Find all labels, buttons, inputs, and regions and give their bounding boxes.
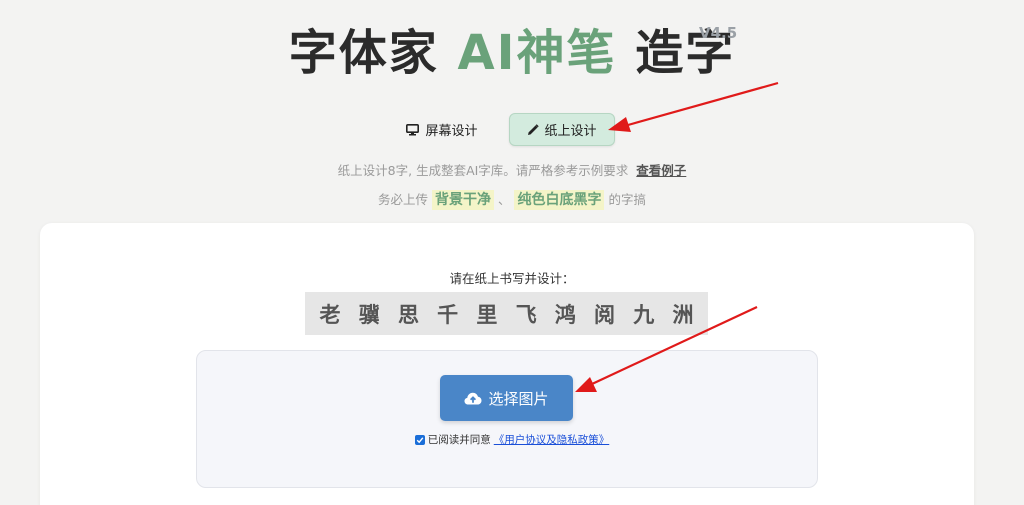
sample-char: 思 xyxy=(397,302,419,327)
header: 字体家 AI神笔 造字 xyxy=(0,22,1024,84)
hint2-suffix: 的字搞 xyxy=(608,192,646,207)
write-prompt: 请在纸上书写并设计： xyxy=(449,271,575,286)
version-badge: V4.5 xyxy=(699,24,738,42)
sample-char: 阅 xyxy=(594,302,616,327)
choose-image-button[interactable]: 选择图片 xyxy=(440,375,573,421)
title-accent: AI神笔 xyxy=(457,25,617,81)
agree-text: 已阅读并同意 xyxy=(427,434,491,446)
checkmark-icon xyxy=(416,436,424,443)
hint-text: 纸上设计8字, 生成整套AI字库。请严格参考示例要求 xyxy=(337,163,629,178)
sample-characters: 老 骥 思 千 里 飞 鸿 阅 九 洲 xyxy=(305,292,708,335)
sample-char: 鸿 xyxy=(554,302,576,327)
monitor-icon xyxy=(406,123,420,135)
hint2-prefix: 务必上传 xyxy=(378,192,429,207)
sample-char: 骥 xyxy=(358,302,380,327)
hint2-separator: 、 xyxy=(497,192,511,207)
mode-tabs: 屏幕设计 纸上设计 xyxy=(0,113,1024,146)
tab-paper-design-label: 纸上设计 xyxy=(544,124,597,139)
highlight-white-bg-black-text: 纯色白底黑字 xyxy=(514,190,605,210)
agree-checkbox[interactable] xyxy=(414,434,425,445)
sample-char: 老 xyxy=(319,302,341,327)
view-example-link[interactable]: 查看例子 xyxy=(636,163,686,178)
user-agreement-link[interactable]: 《用户协议及隐私政策》 xyxy=(494,432,610,447)
page-title: 字体家 AI神笔 造字 xyxy=(289,22,735,84)
page: 字体家 AI神笔 造字 V4.5 屏幕设计 纸上设计 纸上设计8字, 生成整套A… xyxy=(0,0,1024,505)
sample-char: 里 xyxy=(476,302,498,327)
tab-screen-design-label: 屏幕设计 xyxy=(425,124,478,139)
hint-line-1: 纸上设计8字, 生成整套AI字库。请严格参考示例要求 查看例子 xyxy=(0,160,1024,179)
sample-char: 千 xyxy=(437,302,459,327)
cloud-upload-icon xyxy=(464,392,482,404)
pencil-icon xyxy=(527,123,539,135)
sample-char: 九 xyxy=(633,302,655,327)
highlight-clean-background: 背景干净 xyxy=(432,190,494,210)
sample-char: 洲 xyxy=(672,302,694,327)
tab-screen-design[interactable]: 屏幕设计 xyxy=(389,113,494,146)
tab-paper-design[interactable]: 纸上设计 xyxy=(508,113,615,146)
agreement-row: 已阅读并同意 《用户协议及隐私政策》 xyxy=(0,432,1024,447)
choose-image-label: 选择图片 xyxy=(488,389,549,408)
title-part-1: 字体家 xyxy=(288,25,439,81)
hint-line-2: 务必上传 背景干净 、 纯色白底黑字 的字搞 xyxy=(0,189,1024,210)
sample-char: 飞 xyxy=(515,302,537,327)
